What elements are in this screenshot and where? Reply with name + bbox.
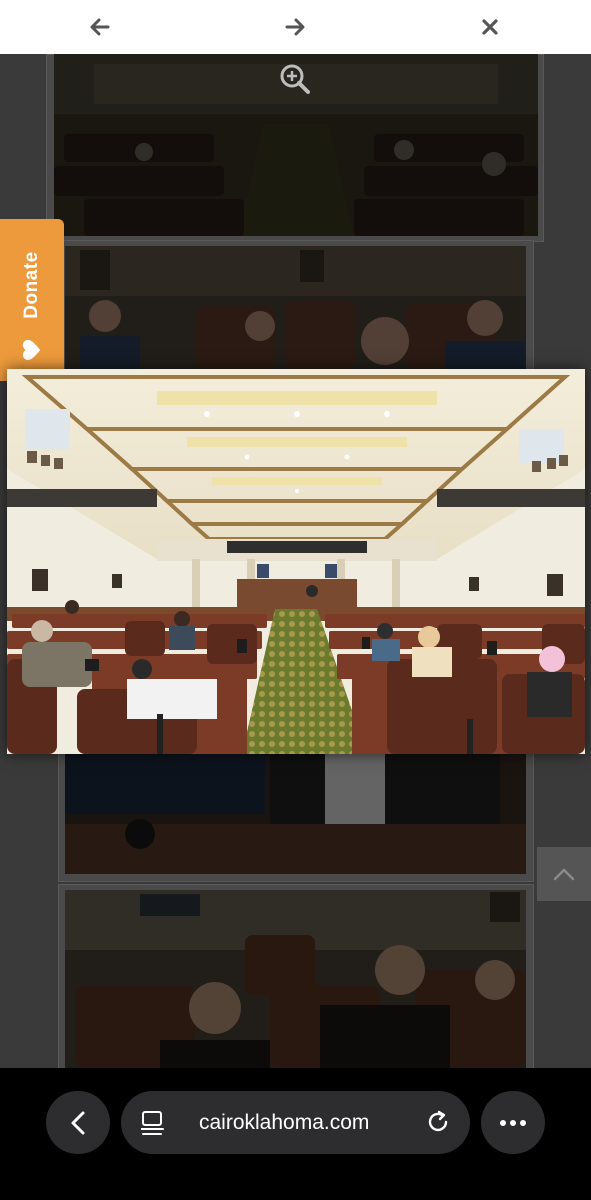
url-text: cairoklahoma.com bbox=[199, 1111, 370, 1134]
chevron-left-icon bbox=[71, 1111, 85, 1134]
zoom-in-icon[interactable] bbox=[278, 62, 312, 96]
browser-back-button[interactable] bbox=[46, 1091, 110, 1154]
chevron-up-icon bbox=[553, 868, 575, 881]
close-lightbox-button[interactable] bbox=[472, 9, 508, 45]
previous-image-button[interactable] bbox=[82, 9, 118, 45]
address-bar[interactable]: cairoklahoma.com bbox=[121, 1091, 470, 1154]
more-icon bbox=[500, 1119, 526, 1126]
close-icon bbox=[482, 19, 498, 35]
gallery-photo-attendees[interactable] bbox=[65, 890, 526, 1068]
arrow-right-icon bbox=[285, 18, 305, 36]
gallery-photo-audience[interactable] bbox=[65, 246, 526, 370]
browser-toolbar: cairoklahoma.com bbox=[0, 1068, 591, 1200]
donate-tab[interactable]: Donate bbox=[0, 219, 64, 381]
reload-icon[interactable] bbox=[425, 1109, 451, 1135]
lightbox-image[interactable] bbox=[7, 369, 585, 754]
gallery-photo-delegates[interactable] bbox=[65, 754, 526, 874]
heart-icon bbox=[22, 339, 41, 361]
arrow-left-icon bbox=[90, 18, 110, 36]
donate-label: Donate bbox=[21, 251, 42, 319]
more-options-button[interactable] bbox=[481, 1091, 545, 1154]
lightbox-toolbar bbox=[0, 0, 591, 54]
page-menu-icon[interactable] bbox=[141, 1110, 165, 1136]
back-to-top-button[interactable] bbox=[537, 847, 591, 901]
next-image-button[interactable] bbox=[277, 9, 313, 45]
